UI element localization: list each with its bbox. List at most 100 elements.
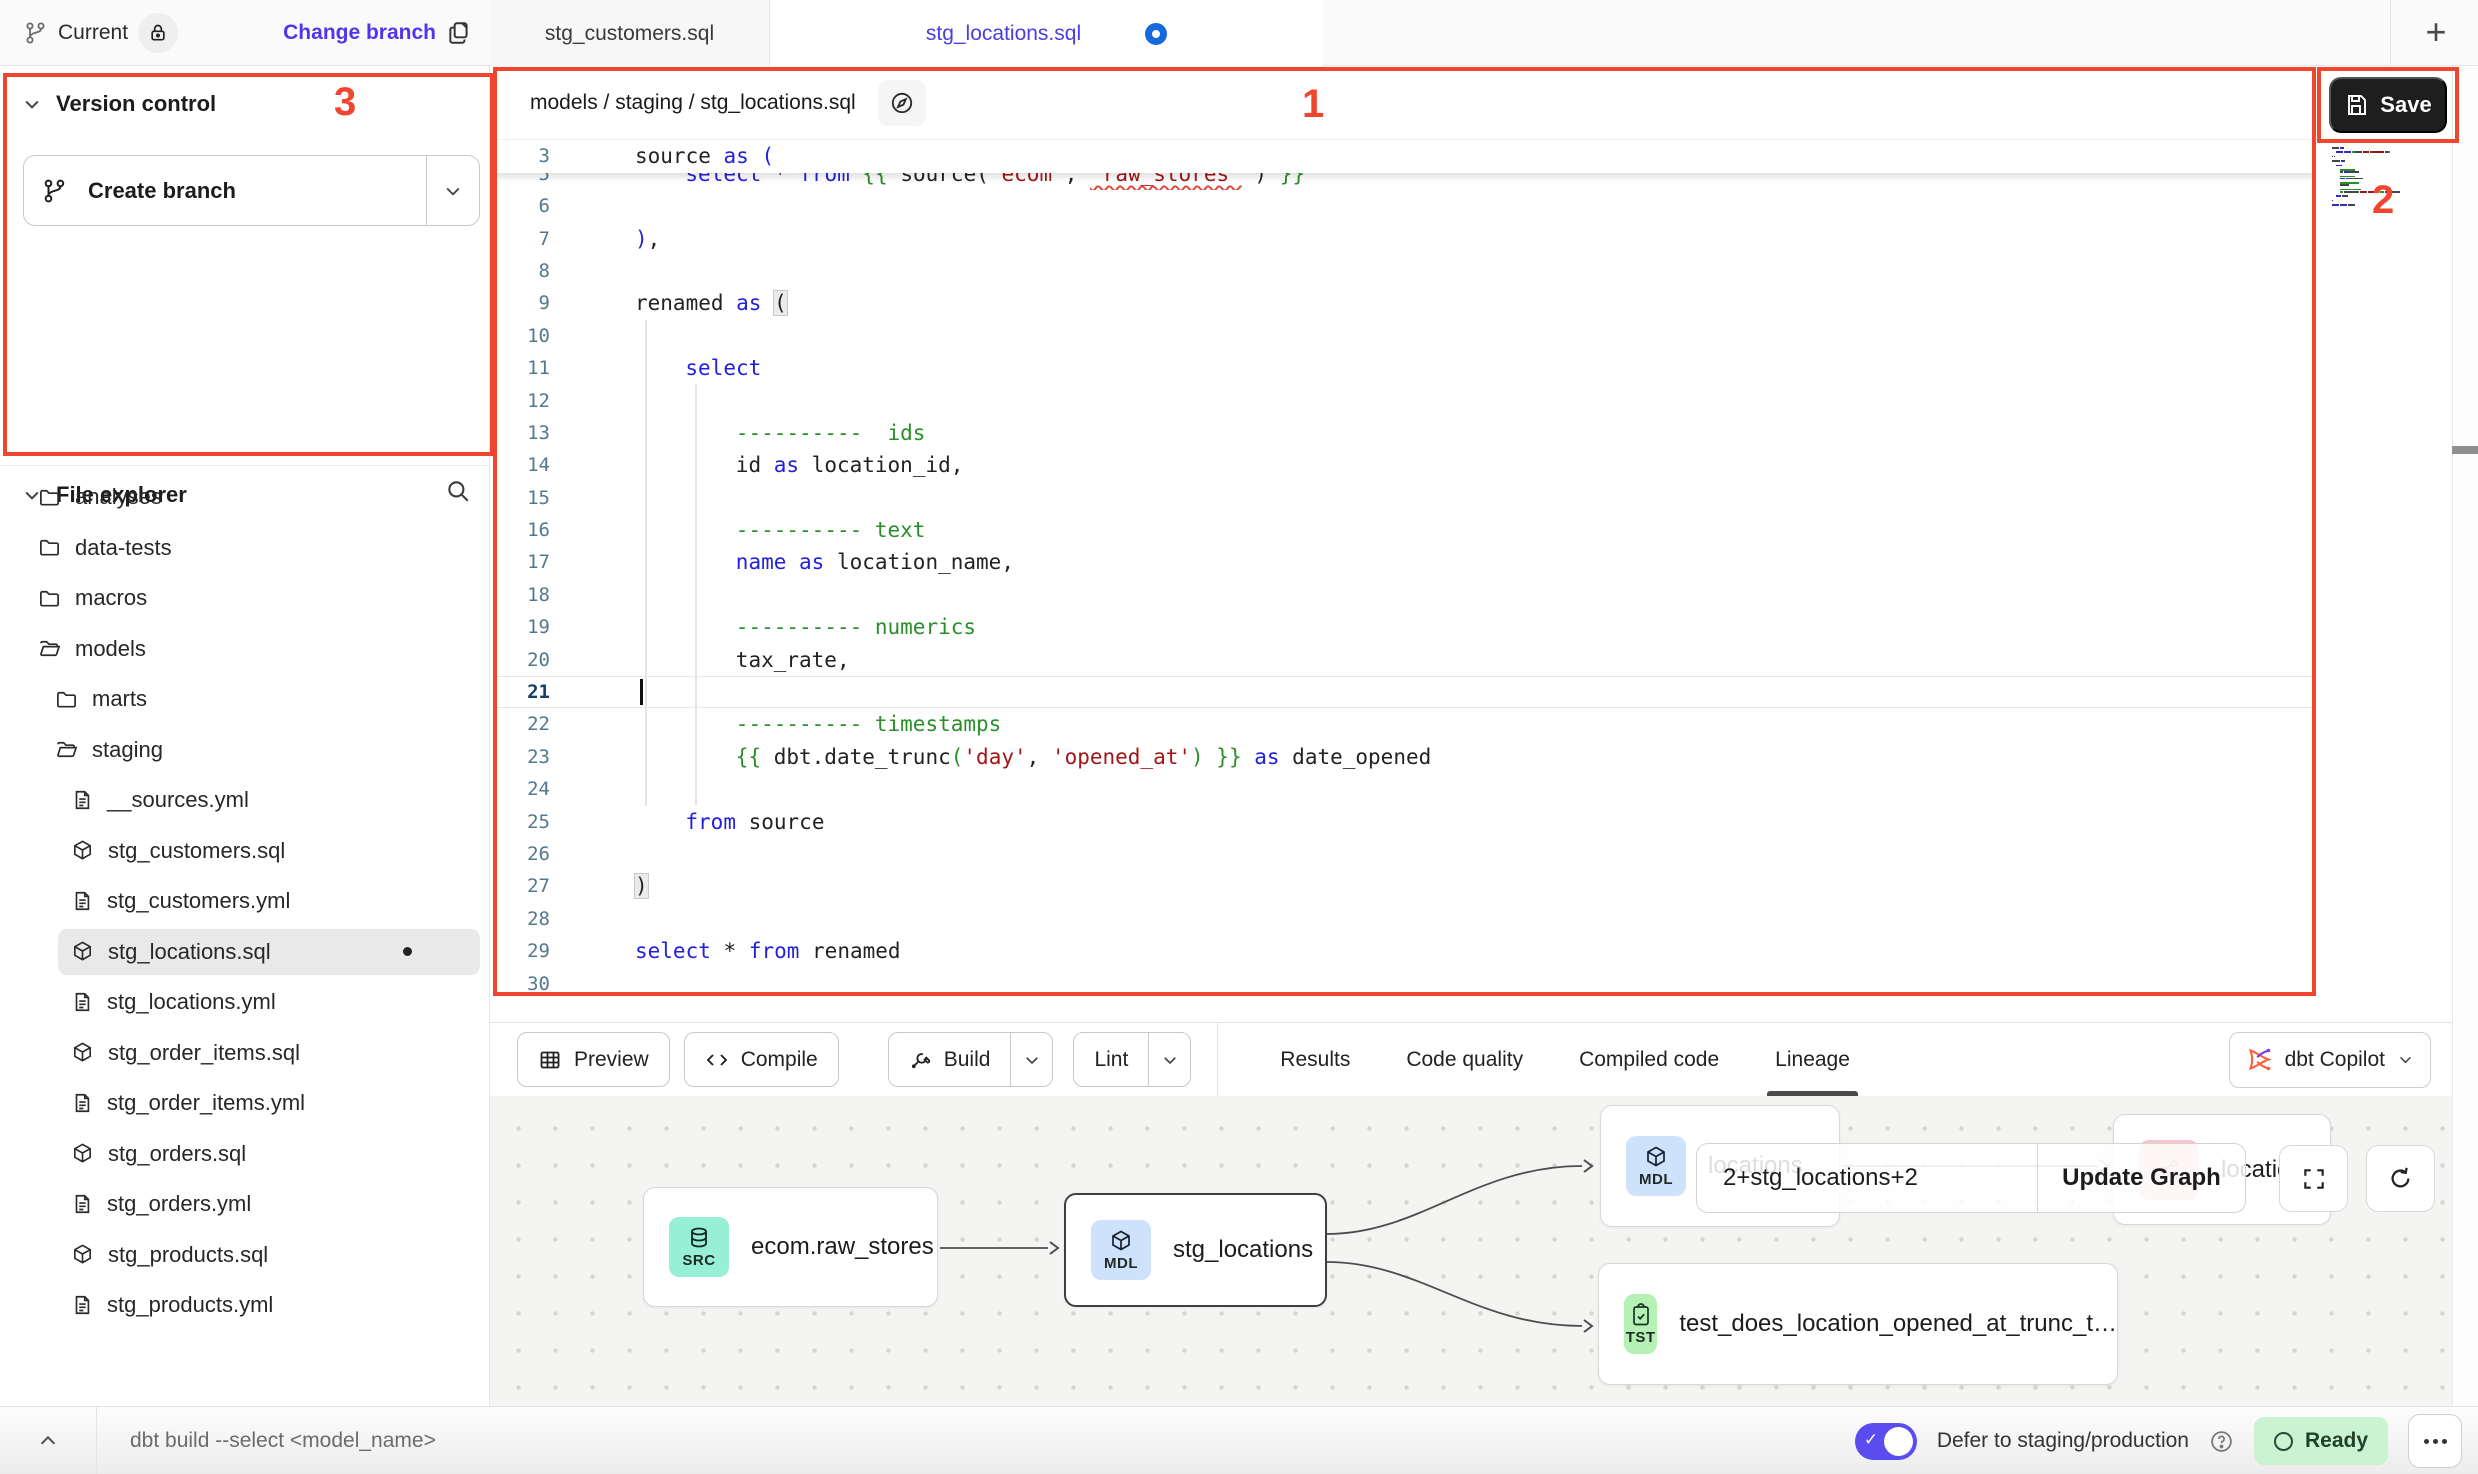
tree-item-stg_locations-yml[interactable]: stg_locations.yml	[0, 977, 490, 1028]
save-label: Save	[2380, 92, 2431, 118]
panel-tab-compiled-code[interactable]: Compiled code	[1579, 1023, 1719, 1097]
command-input[interactable]: dbt build --select <model_name>	[130, 1407, 436, 1474]
tree-item-macros[interactable]: macros	[0, 573, 490, 624]
tree-item-stg_products-sql[interactable]: stg_products.sql	[0, 1230, 490, 1281]
model-icon	[71, 1041, 94, 1064]
tree-item-analyses[interactable]: analyses	[0, 472, 490, 523]
editor-tab-stg_customers-sql[interactable]: stg_customers.sql	[490, 0, 770, 67]
tree-item-staging[interactable]: staging	[0, 725, 490, 776]
lint-button[interactable]: Lint	[1073, 1032, 1191, 1087]
code-icon	[705, 1048, 729, 1072]
tree-item-models[interactable]: models	[0, 624, 490, 675]
tree-item-label: marts	[92, 686, 147, 712]
copy-icon[interactable]	[446, 20, 472, 46]
dbt-copilot-label: dbt Copilot	[2285, 1048, 2385, 1072]
tree-item-marts[interactable]: marts	[0, 674, 490, 725]
top-bar: Current Change branch stg_customers.sqls…	[0, 0, 2478, 66]
command-bar: dbt build --select <model_name> ✓ Defer …	[0, 1406, 2478, 1474]
lineage-node-stg-locations[interactable]: MDL stg_locations	[1064, 1193, 1327, 1307]
refresh-icon[interactable]	[2366, 1145, 2435, 1212]
code-line-13: 13---------- ids	[493, 417, 2316, 449]
preview-button[interactable]: Preview	[517, 1032, 670, 1087]
ide-status-badge[interactable]: Ready	[2254, 1417, 2388, 1465]
tree-item-label: stg_orders.yml	[107, 1191, 251, 1217]
code-line-18: 18	[493, 579, 2316, 611]
create-branch-dropdown[interactable]	[426, 156, 479, 225]
update-graph-button[interactable]: Update Graph	[2037, 1144, 2245, 1212]
doc-icon	[71, 991, 93, 1013]
lineage-graph[interactable]: SRC ecom.raw_stores MDL stg_locations MD…	[490, 1096, 2452, 1406]
doc-icon	[71, 1193, 93, 1215]
branch-bar: Current Change branch	[0, 0, 490, 66]
tree-item-stg_orders-sql[interactable]: stg_orders.sql	[0, 1129, 490, 1180]
fullscreen-icon[interactable]	[2279, 1145, 2348, 1212]
defer-toggle[interactable]: ✓	[1855, 1423, 1917, 1460]
code-line-30: 30	[493, 967, 2316, 996]
source-badge: SRC	[669, 1217, 729, 1277]
tree-item-__sources-yml[interactable]: __sources.yml	[0, 775, 490, 826]
model-icon	[71, 940, 94, 963]
text-cursor	[640, 679, 643, 705]
panel-tab-lineage[interactable]: Lineage	[1775, 1023, 1850, 1097]
tree-item-label: stg_locations.yml	[107, 989, 276, 1015]
create-branch-button[interactable]: Create branch	[23, 155, 480, 226]
tree-item-stg_customers-sql[interactable]: stg_customers.sql	[0, 826, 490, 877]
panel-tab-results[interactable]: Results	[1280, 1023, 1350, 1097]
table-icon	[538, 1048, 562, 1072]
code-line-11: 11select	[493, 352, 2316, 384]
clipped-scroll-line: 5select * from {{ source('ecom', 'raw_st…	[493, 173, 2316, 190]
more-options-button[interactable]	[2408, 1414, 2462, 1468]
code-line-8: 8	[493, 255, 2316, 287]
lineage-node-source[interactable]: SRC ecom.raw_stores	[643, 1187, 938, 1307]
lint-dropdown[interactable]	[1148, 1033, 1190, 1086]
tree-item-data-tests[interactable]: data-tests	[0, 523, 490, 574]
doc-icon	[71, 1092, 93, 1114]
lineage-node-test[interactable]: TST test_does_location_opened_at_trunc_t…	[1598, 1263, 2118, 1385]
dbt-cloud-ide: Current Change branch stg_customers.sqls…	[0, 0, 2478, 1474]
lineage-selector-input[interactable]: 2+stg_locations+2	[1697, 1144, 2037, 1212]
code-line-16: 16---------- text	[493, 514, 2316, 546]
panel-tab-code-quality[interactable]: Code quality	[1406, 1023, 1523, 1097]
tree-item-label: stg_customers.sql	[108, 838, 285, 864]
tree-item-stg_order_items-yml[interactable]: stg_order_items.yml	[0, 1078, 490, 1129]
code-line-24: 24	[493, 773, 2316, 805]
tree-item-stg_locations-sql[interactable]: stg_locations.sql	[0, 927, 490, 978]
code-line-12: 12	[493, 384, 2316, 416]
change-branch-link[interactable]: Change branch	[283, 21, 436, 45]
code-line-22: 22---------- timestamps	[493, 708, 2316, 740]
view-docs-icon[interactable]	[878, 80, 926, 126]
tree-item-stg_products-yml[interactable]: stg_products.yml	[0, 1280, 490, 1331]
new-tab-button[interactable]: +	[2412, 8, 2460, 56]
folder-icon	[38, 587, 61, 610]
model-icon	[71, 839, 94, 862]
tree-item-label: analyses	[75, 484, 162, 510]
file-tree: analyses data-testsmacrosmodels marts stagi…	[0, 472, 490, 1331]
save-button[interactable]: Save	[2329, 77, 2447, 133]
tree-item-stg_order_items-sql[interactable]: stg_order_items.sql	[0, 1028, 490, 1079]
code-line-3: 3source as (	[493, 140, 2316, 172]
create-branch-label: Create branch	[88, 178, 236, 204]
code-line-19: 19---------- numerics	[493, 611, 2316, 643]
expand-history-button[interactable]	[0, 1407, 97, 1474]
code-line-29: 29select * from renamed	[493, 935, 2316, 967]
tree-item-label: stg_locations.sql	[108, 939, 271, 965]
dbt-copilot-button[interactable]: dbt Copilot	[2229, 1032, 2431, 1088]
code-line-21: 21	[493, 676, 2316, 708]
panel-resize-handle[interactable]	[2452, 446, 2478, 454]
help-icon[interactable]	[2209, 1429, 2234, 1454]
editor-minimap[interactable]	[2332, 147, 2410, 209]
code-editor[interactable]: 3source as (5select * from {{ source('ec…	[493, 140, 2316, 996]
build-button[interactable]: Build	[888, 1032, 1054, 1087]
folder-icon	[55, 688, 78, 711]
test-badge: TST	[1624, 1294, 1657, 1354]
version-control-header[interactable]: Version control	[0, 91, 489, 117]
tree-item-stg_customers-yml[interactable]: stg_customers.yml	[0, 876, 490, 927]
compile-button[interactable]: Compile	[684, 1032, 839, 1087]
panel-tabs: Results Code quality Compiled code Lineage	[1280, 1023, 1850, 1097]
tree-item-stg_orders-yml[interactable]: stg_orders.yml	[0, 1179, 490, 1230]
build-dropdown[interactable]	[1010, 1033, 1052, 1086]
code-line-17: 17name as location_name,	[493, 546, 2316, 578]
model-icon	[71, 1243, 94, 1266]
editor-tab-stg_locations-sql[interactable]: stg_locations.sql	[770, 0, 1323, 67]
current-branch-label: Current	[58, 21, 128, 45]
